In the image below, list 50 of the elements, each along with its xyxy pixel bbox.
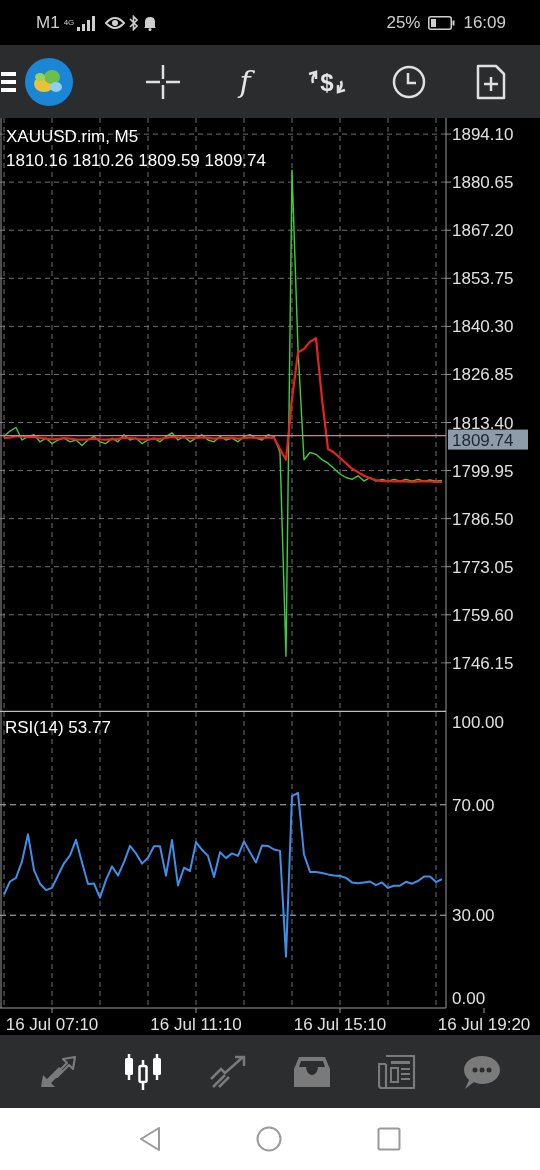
ref-line-label: 1809.74: [452, 430, 514, 450]
axis-label: 1786.50: [452, 509, 514, 529]
recents-button[interactable]: [377, 1127, 401, 1151]
clock-icon: [392, 64, 426, 99]
axis-label: 1880.65: [452, 173, 514, 193]
ohlc-values: 1810.16 1810.26 1809.59 1809.74: [6, 151, 266, 170]
axis-label: 1894.10: [452, 125, 514, 145]
function-icon: f: [230, 61, 260, 102]
crosshair-icon: [146, 64, 180, 99]
axis-label: 1773.05: [452, 557, 514, 577]
axis-label: 70.00: [452, 795, 495, 815]
eye-icon: [104, 15, 125, 30]
clock-time: 16:09: [463, 11, 506, 34]
axis-label: 16 Jul 11:10: [150, 1015, 242, 1034]
app-logo[interactable]: [24, 56, 74, 107]
bell-icon: [142, 14, 157, 31]
battery-percent: 25%: [386, 11, 421, 34]
axis-label: 1867.20: [452, 221, 514, 241]
carrier-label: M1: [36, 11, 60, 34]
home-button[interactable]: [256, 1126, 282, 1152]
new-document-icon: [476, 63, 506, 100]
toolbar-button[interactable]: f: [217, 53, 273, 110]
trend-arrow-icon: [208, 1054, 247, 1089]
axis-label: 1759.60: [452, 605, 514, 625]
axis-label: 100.00: [452, 712, 504, 732]
double-arrow-icon: [39, 1054, 78, 1089]
menu-icon: [0, 70, 16, 93]
newspaper-icon: [377, 1053, 416, 1090]
battery-icon: [428, 15, 456, 30]
axis-label: 1840.30: [452, 317, 514, 337]
axis-label: 1826.85: [452, 365, 514, 385]
axis-label: 30.00: [452, 906, 495, 926]
bluetooth-icon: [128, 14, 139, 31]
signal-icon: [76, 14, 97, 31]
chart-symbol-title: XAUUSD.rim, M5: [6, 127, 139, 146]
axis-label: 1746.15: [452, 653, 514, 673]
axis-label: 16 Jul 19:20: [437, 1015, 531, 1034]
candlestick-icon: [123, 1053, 163, 1090]
inbox-tray-icon: [293, 1054, 332, 1089]
axis-label: 1853.75: [452, 269, 514, 289]
price-tag: 1809.74: [448, 429, 528, 450]
axis-label: 1799.95: [452, 461, 514, 481]
toolbar-button[interactable]: $: [299, 53, 355, 110]
back-button[interactable]: [139, 1126, 161, 1152]
axis-label: 0.00: [452, 989, 486, 1009]
indicator-title: RSI(14) 53.77: [5, 718, 111, 737]
chat-bubble-icon: [462, 1053, 501, 1090]
axis-label: 16 Jul 15:10: [293, 1015, 387, 1034]
network-label: 4G: [63, 18, 73, 27]
axis-label: 16 Jul 07:10: [5, 1015, 99, 1034]
